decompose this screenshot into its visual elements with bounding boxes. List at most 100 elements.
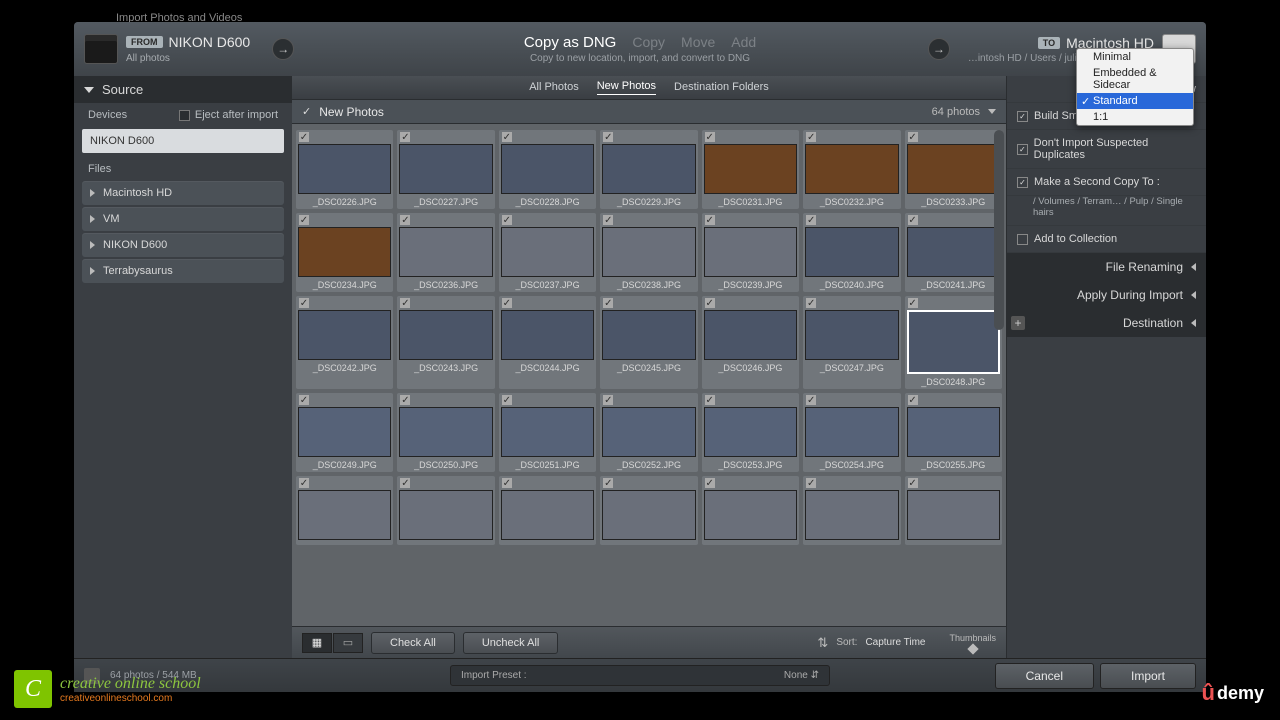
thumb-checkbox[interactable]: ✓ [705,298,715,308]
import-preset-select[interactable]: Import Preset : None ⇵ [450,665,830,686]
thumb-checkbox[interactable]: ✓ [908,478,918,488]
file-node[interactable]: NIKON D600 [82,233,284,257]
thumb-checkbox[interactable]: ✓ [705,215,715,225]
thumb-checkbox[interactable]: ✓ [299,132,309,142]
import-button[interactable]: Import [1100,663,1196,689]
tab-all-photos[interactable]: All Photos [529,81,579,95]
mode-copy[interactable]: Copy [632,34,665,50]
section-apply-during-import[interactable]: Apply During Import [1007,281,1206,309]
duplicates-checkbox[interactable]: ✓ [1017,144,1028,155]
thumbnail-cell[interactable]: ✓_DSC0229.JPG [600,130,697,209]
source-header[interactable]: Source [74,76,292,103]
file-node[interactable]: Terrabysaurus [82,259,284,283]
thumbnail-cell[interactable]: ✓_DSC0242.JPG [296,296,393,389]
thumbnail-cell[interactable]: ✓ [296,476,393,545]
check-all-button[interactable]: Check All [371,632,455,654]
thumb-checkbox[interactable]: ✓ [400,132,410,142]
collection-checkbox[interactable] [1017,234,1028,245]
cancel-button[interactable]: Cancel [995,663,1094,689]
thumbnail-cell[interactable]: ✓_DSC0231.JPG [702,130,799,209]
thumbnail-cell[interactable]: ✓_DSC0237.JPG [499,213,596,292]
thumb-checkbox[interactable]: ✓ [603,215,613,225]
thumb-checkbox[interactable]: ✓ [400,298,410,308]
thumb-checkbox[interactable]: ✓ [400,395,410,405]
build-previews-dropdown[interactable]: Minimal Embedded & Sidecar Standard 1:1 [1076,48,1194,126]
thumbnail-cell[interactable]: ✓_DSC0226.JPG [296,130,393,209]
thumb-checkbox[interactable]: ✓ [502,215,512,225]
thumb-checkbox[interactable]: ✓ [603,478,613,488]
thumbnail-cell[interactable]: ✓ [702,476,799,545]
thumbnail-cell[interactable]: ✓_DSC0252.JPG [600,393,697,472]
chevron-down-icon[interactable] [988,109,996,114]
thumbnail-cell[interactable]: ✓ [397,476,494,545]
thumb-checkbox[interactable]: ✓ [299,478,309,488]
thumbnail-cell[interactable]: ✓ [600,476,697,545]
thumbnail-cell[interactable]: ✓_DSC0247.JPG [803,296,900,389]
thumb-checkbox[interactable]: ✓ [603,395,613,405]
thumb-checkbox[interactable]: ✓ [400,215,410,225]
dropdown-item[interactable]: Embedded & Sidecar [1077,65,1193,93]
thumb-checkbox[interactable]: ✓ [806,215,816,225]
thumbnail-cell[interactable]: ✓ [803,476,900,545]
thumb-checkbox[interactable]: ✓ [806,395,816,405]
loupe-view-button[interactable]: ▭ [333,633,363,653]
sort-value[interactable]: Capture Time [865,637,925,648]
thumbnail-cell[interactable]: ✓_DSC0245.JPG [600,296,697,389]
tab-new-photos[interactable]: New Photos [597,80,656,95]
thumbnail-cell[interactable]: ✓_DSC0236.JPG [397,213,494,292]
mode-copy-dng[interactable]: Copy as DNG [524,34,617,51]
mode-add[interactable]: Add [731,34,756,50]
arrow-right-icon[interactable]: → [928,38,950,60]
thumb-checkbox[interactable]: ✓ [502,298,512,308]
thumb-checkbox[interactable]: ✓ [908,132,918,142]
thumb-checkbox[interactable]: ✓ [400,478,410,488]
thumbnail-size-slider[interactable]: Thumbnails [949,633,996,653]
thumbnail-cell[interactable]: ✓_DSC0250.JPG [397,393,494,472]
thumbnail-cell[interactable]: ✓_DSC0248.JPG [905,296,1002,389]
thumb-checkbox[interactable]: ✓ [806,298,816,308]
section-file-renaming[interactable]: File Renaming [1007,253,1206,281]
thumb-checkbox[interactable]: ✓ [806,478,816,488]
mode-move[interactable]: Move [681,34,715,50]
uncheck-all-button[interactable]: Uncheck All [463,632,558,654]
thumbnail-cell[interactable]: ✓_DSC0228.JPG [499,130,596,209]
thumb-checkbox[interactable]: ✓ [502,395,512,405]
thumb-checkbox[interactable]: ✓ [299,298,309,308]
thumbnail-cell[interactable]: ✓_DSC0246.JPG [702,296,799,389]
thumb-checkbox[interactable]: ✓ [705,478,715,488]
thumb-checkbox[interactable]: ✓ [502,132,512,142]
thumb-checkbox[interactable]: ✓ [603,132,613,142]
thumb-checkbox[interactable]: ✓ [705,132,715,142]
thumb-checkbox[interactable]: ✓ [908,215,918,225]
tab-destination-folders[interactable]: Destination Folders [674,81,769,95]
thumbnail-cell[interactable]: ✓_DSC0239.JPG [702,213,799,292]
thumbnail-cell[interactable]: ✓_DSC0238.JPG [600,213,697,292]
file-node[interactable]: Macintosh HD [82,181,284,205]
thumbnail-cell[interactable]: ✓_DSC0249.JPG [296,393,393,472]
thumbnail-cell[interactable]: ✓_DSC0232.JPG [803,130,900,209]
thumbnail-cell[interactable]: ✓_DSC0227.JPG [397,130,494,209]
device-selected[interactable]: NIKON D600 [82,129,284,153]
smart-previews-checkbox[interactable]: ✓ [1017,111,1028,122]
thumb-checkbox[interactable]: ✓ [299,395,309,405]
thumb-checkbox[interactable]: ✓ [908,298,918,308]
thumb-checkbox[interactable]: ✓ [705,395,715,405]
second-copy-path[interactable]: / Volumes / Terram… / Pulp / Single hair… [1007,196,1206,226]
thumbnail-cell[interactable]: ✓_DSC0244.JPG [499,296,596,389]
dropdown-item[interactable]: Minimal [1077,49,1193,65]
thumb-checkbox[interactable]: ✓ [299,215,309,225]
thumb-checkbox[interactable]: ✓ [603,298,613,308]
thumbnail-cell[interactable]: ✓_DSC0243.JPG [397,296,494,389]
grid-view-button[interactable]: ▦ [302,633,332,653]
section-destination[interactable]: +Destination [1007,309,1206,337]
thumbnail-cell[interactable]: ✓_DSC0253.JPG [702,393,799,472]
thumbnail-cell[interactable]: ✓_DSC0234.JPG [296,213,393,292]
thumbnail-cell[interactable]: ✓_DSC0255.JPG [905,393,1002,472]
thumbnail-cell[interactable]: ✓_DSC0251.JPG [499,393,596,472]
dropdown-item-selected[interactable]: Standard [1077,93,1193,109]
sort-icon[interactable]: ⇅ [817,635,828,651]
thumbnail-cell[interactable]: ✓_DSC0240.JPG [803,213,900,292]
thumb-checkbox[interactable]: ✓ [806,132,816,142]
thumb-checkbox[interactable]: ✓ [502,478,512,488]
thumbnail-cell[interactable]: ✓_DSC0254.JPG [803,393,900,472]
